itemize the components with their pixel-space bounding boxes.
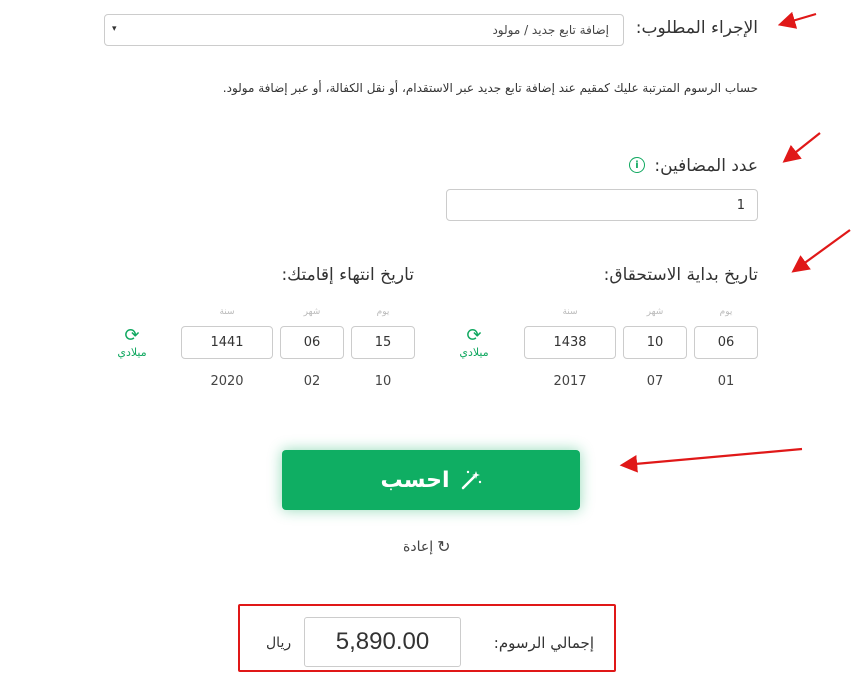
annotation-arrow: [619, 447, 803, 473]
annotation-arrow: [782, 132, 821, 163]
annotation-arrows: [619, 11, 851, 473]
annotation-arrow: [777, 11, 817, 29]
annotation-arrow: [791, 229, 851, 273]
